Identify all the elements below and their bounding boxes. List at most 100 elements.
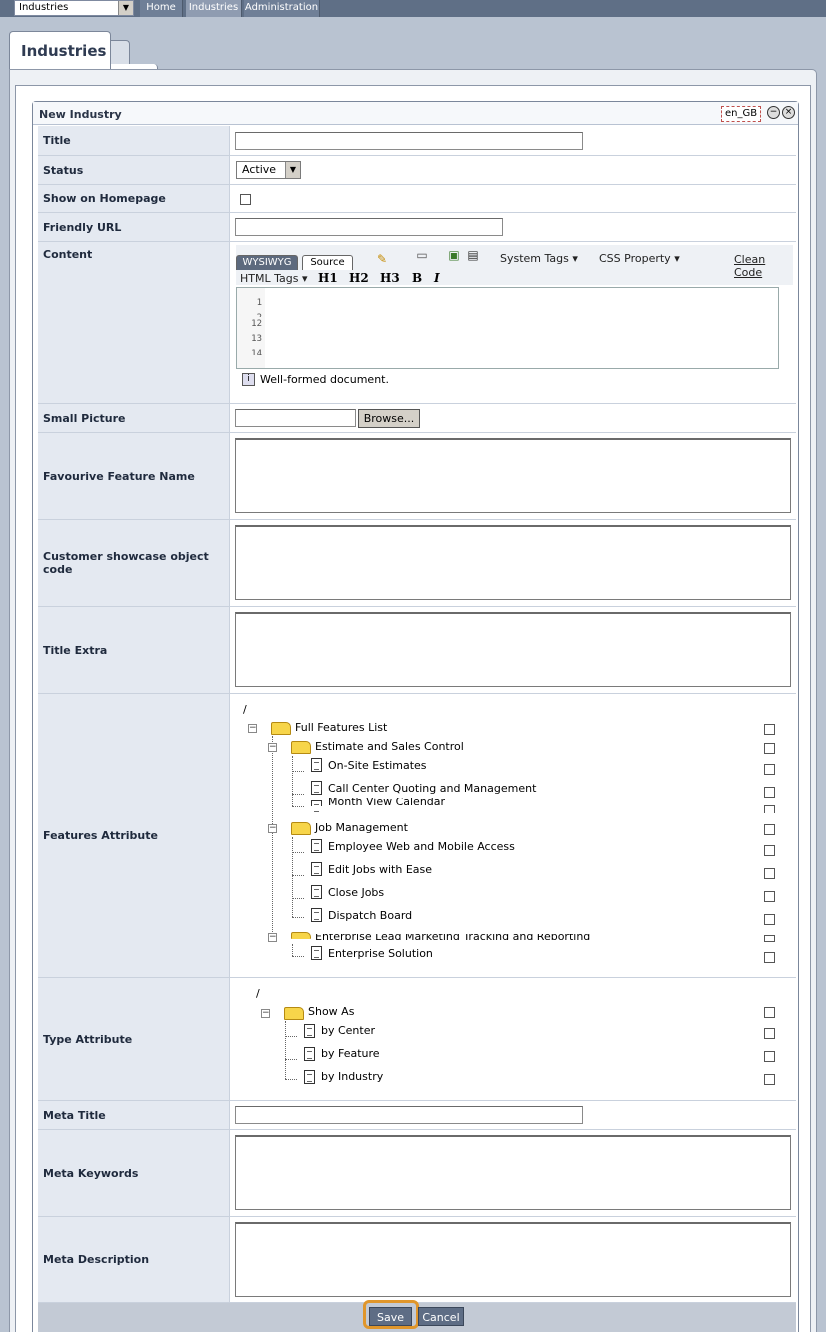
tree-checkbox[interactable] (764, 891, 775, 902)
tree-checkbox[interactable] (764, 845, 775, 856)
tree-checkbox[interactable] (764, 764, 775, 775)
tree-item-dispatch-board[interactable]: Dispatch Board (328, 909, 412, 922)
module-select[interactable]: Industries ▼ (14, 0, 134, 16)
info-icon: i (242, 373, 255, 386)
module-select-value: Industries (19, 2, 69, 13)
language-badge[interactable]: en_GB (721, 106, 762, 122)
system-tags-menu[interactable]: System Tags ▾ (500, 252, 578, 265)
tree-item-close-jobs[interactable]: Close Jobs (328, 886, 384, 899)
document-icon (311, 839, 322, 853)
tree-item-employee-web[interactable]: Employee Web and Mobile Access (328, 840, 515, 853)
document-icon (311, 781, 322, 795)
row-meta-keywords: Meta Keywords (38, 1130, 796, 1217)
chevron-down-icon[interactable]: ▼ (285, 162, 300, 178)
image-icon[interactable]: ▣ (446, 248, 462, 262)
top-navigation-bar: Industries ▼ Home Industries Administrat… (0, 0, 826, 17)
tree-item-by-industry[interactable]: by Industry (321, 1070, 383, 1083)
page-tab-industries[interactable]: Industries (9, 31, 111, 69)
tree-item-estimate-sales[interactable]: Estimate and Sales Control (315, 740, 464, 753)
tree-item-enterprise-lead[interactable]: Enterprise Lead Marketing Tracking and R… (315, 934, 590, 940)
tree-checkbox[interactable] (764, 1007, 775, 1018)
tree-item-call-center[interactable]: Call Center Quoting and Management (328, 782, 536, 795)
customer-showcase-textarea[interactable] (235, 525, 791, 600)
show-on-homepage-checkbox[interactable] (240, 194, 251, 205)
tree-checkbox[interactable] (764, 868, 775, 879)
folder-open-icon[interactable]: ▭ (414, 248, 430, 262)
editor-toolbar: WYSIWYG Source ✎ ▭ ▣ ▤ System Tags ▾ CSS… (236, 245, 793, 285)
status-select-value: Active (242, 163, 277, 176)
document-icon (311, 885, 322, 899)
css-property-menu[interactable]: CSS Property ▾ (599, 252, 680, 265)
label-small-picture: Small Picture (38, 404, 230, 432)
panel-title: New Industry (39, 108, 122, 121)
tree-item-enterprise-solution[interactable]: Enterprise Solution (328, 947, 433, 960)
row-content: Content WYSIWYG Source ✎ ▭ ▣ ▤ System Ta… (38, 242, 796, 404)
collapse-icon[interactable]: − (268, 933, 277, 942)
label-friendly-url: Friendly URL (38, 213, 230, 241)
tree-checkbox[interactable] (764, 787, 775, 798)
tree-checkbox[interactable] (764, 1028, 775, 1039)
row-type-attribute: Type Attribute / − Show As by Center by … (38, 978, 796, 1101)
nav-industries[interactable]: Industries (186, 0, 242, 17)
tree-checkbox[interactable] (764, 952, 775, 963)
css-property-label: CSS Property (599, 252, 671, 265)
tab-source[interactable]: Source (302, 255, 353, 270)
favourite-feature-textarea[interactable] (235, 438, 791, 513)
tree-checkbox[interactable] (764, 935, 775, 942)
tree-item-job-management[interactable]: Job Management (315, 821, 408, 834)
clean-code-link[interactable]: Clean Code (734, 253, 793, 279)
status-select[interactable]: Active ▼ (236, 161, 301, 179)
type-tree: / − Show As by Center by Feature by Indu… (231, 978, 796, 1100)
meta-keywords-textarea[interactable] (235, 1135, 791, 1210)
bold-button[interactable]: B (412, 271, 422, 285)
tree-checkbox[interactable] (764, 824, 775, 835)
chevron-down-icon[interactable]: ▼ (118, 1, 133, 15)
tree-item-full-features-list[interactable]: Full Features List (295, 721, 387, 734)
tree-checkbox[interactable] (764, 1074, 775, 1085)
tree-item-month-view[interactable]: Month View Calendar (328, 798, 445, 806)
meta-title-input[interactable] (235, 1106, 583, 1124)
tree-checkbox[interactable] (764, 1051, 775, 1062)
cancel-button[interactable]: Cancel (418, 1307, 464, 1326)
label-features-attribute: Features Attribute (38, 694, 230, 977)
source-code-editor[interactable]: 1 2 12 13 14 (236, 287, 779, 369)
h2-button[interactable]: H2 (349, 271, 369, 285)
title-input[interactable] (235, 132, 583, 150)
h3-button[interactable]: H3 (380, 271, 400, 285)
meta-description-textarea[interactable] (235, 1222, 791, 1297)
edit-icon[interactable]: ✎ (374, 252, 390, 266)
italic-button[interactable]: I (434, 271, 440, 285)
collapse-icon[interactable]: − (268, 743, 277, 752)
small-picture-file-input[interactable] (235, 409, 356, 427)
tree-checkbox[interactable] (764, 805, 775, 813)
tree-checkbox[interactable] (764, 743, 775, 754)
document-icon (311, 908, 322, 922)
title-extra-textarea[interactable] (235, 612, 791, 687)
editor-status: Well-formed document. (260, 373, 389, 386)
tree-item-by-center[interactable]: by Center (321, 1024, 375, 1037)
nav-home[interactable]: Home (140, 0, 183, 17)
tree-checkbox[interactable] (764, 724, 775, 735)
collapse-icon[interactable]: − (248, 724, 257, 733)
h1-button[interactable]: H1 (318, 271, 338, 285)
label-title-extra: Title Extra (38, 607, 230, 693)
html-tags-menu[interactable]: HTML Tags ▾ (240, 272, 308, 285)
collapse-icon[interactable]: − (268, 824, 277, 833)
label-meta-title: Meta Title (38, 1101, 230, 1129)
close-icon[interactable]: × (782, 106, 795, 119)
collapse-icon[interactable]: − (261, 1009, 270, 1018)
tree-item-edit-jobs[interactable]: Edit Jobs with Ease (328, 863, 432, 876)
tree-item-show-as[interactable]: Show As (308, 1005, 354, 1018)
row-title-extra: Title Extra (38, 607, 796, 694)
collapse-icon[interactable]: − (767, 106, 780, 119)
nav-administration[interactable]: Administration (244, 0, 320, 17)
media-icon[interactable]: ▤ (465, 248, 481, 262)
browse-button[interactable]: Browse... (358, 409, 420, 428)
tree-item-on-site-estimates[interactable]: On-Site Estimates (328, 759, 427, 772)
save-button[interactable]: Save (369, 1307, 412, 1326)
features-tree: / − Full Features List − Estimate and Sa… (231, 694, 796, 977)
tree-checkbox[interactable] (764, 914, 775, 925)
tree-item-by-feature[interactable]: by Feature (321, 1047, 380, 1060)
friendly-url-input[interactable] (235, 218, 503, 236)
tab-wysiwyg[interactable]: WYSIWYG (236, 255, 298, 270)
